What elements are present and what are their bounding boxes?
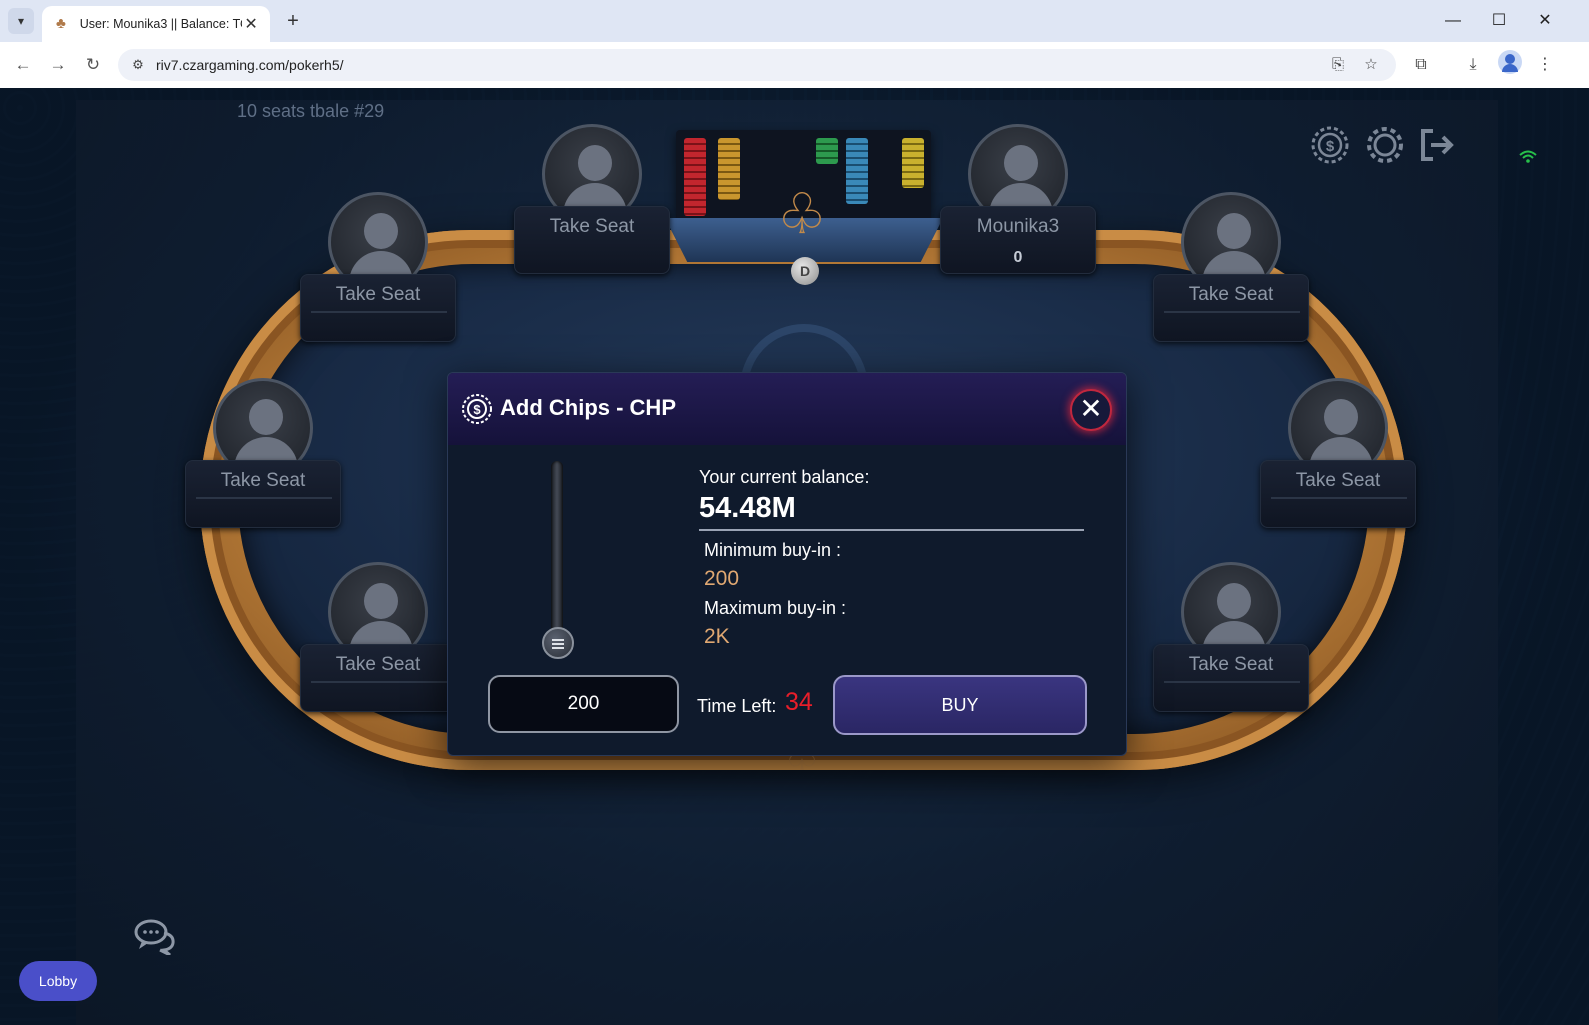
buy-in-amount-input[interactable] [488, 675, 679, 733]
seat-middle-left[interactable]: Take Seat [185, 378, 341, 530]
seat-divider [1164, 681, 1300, 683]
seat-label[interactable]: Take Seat [1261, 470, 1415, 492]
seat-divider [311, 311, 447, 313]
yellow-chip-stack [902, 138, 924, 188]
seat-plate[interactable]: Take Seat [185, 460, 341, 528]
seat-label[interactable]: Take Seat [1154, 284, 1308, 306]
seat-plate[interactable]: Take Seat [1260, 460, 1416, 528]
seat-label[interactable]: Take Seat [186, 470, 340, 492]
add-chips-modal: $ Add Chips - CHP ✕ Your current balance… [447, 372, 1127, 756]
min-buy-in-label: Minimum buy-in : [704, 540, 842, 560]
seat-player-mounika3: Mounika3 0 [940, 124, 1096, 276]
balance-divider [699, 529, 1084, 531]
svg-text:$: $ [473, 402, 481, 417]
back-button[interactable]: ← [10, 52, 36, 78]
seat-plate[interactable]: Take Seat [1153, 274, 1309, 342]
buy-in-slider-track[interactable] [551, 461, 563, 651]
buy-button[interactable]: BUY [833, 675, 1087, 735]
tab-close-icon[interactable]: ✕ [242, 14, 260, 34]
download-icon[interactable]: ⤓ [1460, 52, 1486, 78]
extensions-icon[interactable]: ⧉ [1408, 52, 1434, 78]
seat-upper-right[interactable]: Take Seat [1153, 192, 1309, 344]
profile-avatar-icon[interactable] [1498, 50, 1522, 74]
max-buy-in-value: 2K [704, 625, 730, 648]
max-buy-in-label: Maximum buy-in : [704, 598, 847, 618]
red-chip-stack [684, 138, 706, 216]
green-chip-stack [816, 138, 838, 164]
seat-middle-right[interactable]: Take Seat [1260, 378, 1416, 530]
club-logo-icon: ♧ [776, 182, 828, 245]
browser-tab[interactable]: ♣ User: Mounika3 || Balance: TOM ✕ [42, 6, 270, 42]
seat-plate: Mounika3 0 [940, 206, 1096, 274]
lobby-button[interactable]: Lobby [19, 961, 97, 1001]
minimize-button[interactable]: — [1430, 8, 1476, 34]
min-buy-in-value: 200 [704, 567, 740, 590]
gold-chip-stack [718, 138, 740, 200]
coin-dollar-icon: $ [461, 393, 493, 425]
tab-title: User: Mounika3 || Balance: TOM [79, 17, 243, 31]
balance-value: 54.48M [699, 492, 796, 524]
install-app-icon[interactable]: ⎘ [1326, 53, 1350, 77]
seat-plate[interactable]: Take Seat [514, 206, 670, 274]
blue-chip-stack [846, 138, 868, 204]
reload-button[interactable]: ↻ [80, 52, 106, 78]
chat-bubbles-icon[interactable] [134, 919, 176, 957]
maximize-button[interactable]: ☐ [1476, 8, 1522, 34]
tab-search-chevron-down-icon[interactable]: ▾ [8, 8, 34, 34]
time-left-label: Time Left: [697, 696, 777, 716]
seat-divider [1271, 497, 1407, 499]
table-title: 10 seats tbale #29 [237, 101, 385, 121]
seat-plate[interactable]: Take Seat [300, 644, 456, 712]
modal-header: $ Add Chips - CHP ✕ [448, 373, 1126, 445]
seat-plate[interactable]: Take Seat [300, 274, 456, 342]
dealer-button: D [791, 257, 819, 285]
url-text[interactable]: riv7.czargaming.com/pokerh5/ [156, 57, 344, 73]
forward-button[interactable]: → [45, 52, 71, 78]
nav-bar: ← → ↻ ⚙ riv7.czargaming.com/pokerh5/ ⎘ ☆… [0, 42, 1589, 88]
time-left-value: 34 [785, 688, 813, 716]
address-bar[interactable]: ⚙ riv7.czargaming.com/pokerh5/ ⎘ ☆ [118, 49, 1396, 81]
club-favicon-icon: ♣ [55, 15, 66, 32]
seat-label[interactable]: Take Seat [301, 284, 455, 306]
logout-icon[interactable] [1417, 125, 1457, 165]
seat-lower-right[interactable]: Take Seat [1153, 562, 1309, 714]
player-chips: 0 [1013, 249, 1023, 266]
balance-label: Your current balance: [699, 467, 870, 487]
menu-kebab-icon[interactable]: ⋮ [1532, 52, 1558, 78]
tab-bar: ▾ ♣ User: Mounika3 || Balance: TOM ✕ + —… [0, 0, 1589, 42]
seat-divider [311, 681, 447, 683]
seat-label[interactable]: Take Seat [301, 654, 455, 676]
seat-plate[interactable]: Take Seat [1153, 644, 1309, 712]
seat-label[interactable]: Take Seat [1154, 654, 1308, 676]
settings-gear-icon[interactable] [1365, 125, 1405, 165]
seat-upper-left[interactable]: Take Seat [300, 192, 456, 344]
new-tab-button[interactable]: + [282, 10, 304, 32]
seat-divider [196, 497, 332, 499]
cashier-coin-icon[interactable]: $ [1310, 125, 1350, 165]
svg-text:$: $ [1326, 138, 1335, 155]
browser-chrome: ▾ ♣ User: Mounika3 || Balance: TOM ✕ + —… [0, 0, 1589, 88]
modal-close-button[interactable]: ✕ [1070, 389, 1112, 431]
window-close-button[interactable]: ✕ [1522, 8, 1568, 34]
seat-divider [1164, 311, 1300, 313]
seat-top-left[interactable]: Take Seat [514, 124, 670, 276]
seat-label[interactable]: Take Seat [515, 216, 669, 238]
buy-in-slider-thumb[interactable] [542, 627, 574, 659]
modal-title: Add Chips - CHP [500, 395, 676, 420]
bookmark-star-icon[interactable]: ☆ [1359, 53, 1383, 77]
wifi-signal-icon [1519, 150, 1537, 164]
seat-lower-left[interactable]: Take Seat [300, 562, 456, 714]
site-info-icon[interactable]: ⚙ [128, 55, 148, 75]
player-name: Mounika3 [976, 216, 1060, 237]
